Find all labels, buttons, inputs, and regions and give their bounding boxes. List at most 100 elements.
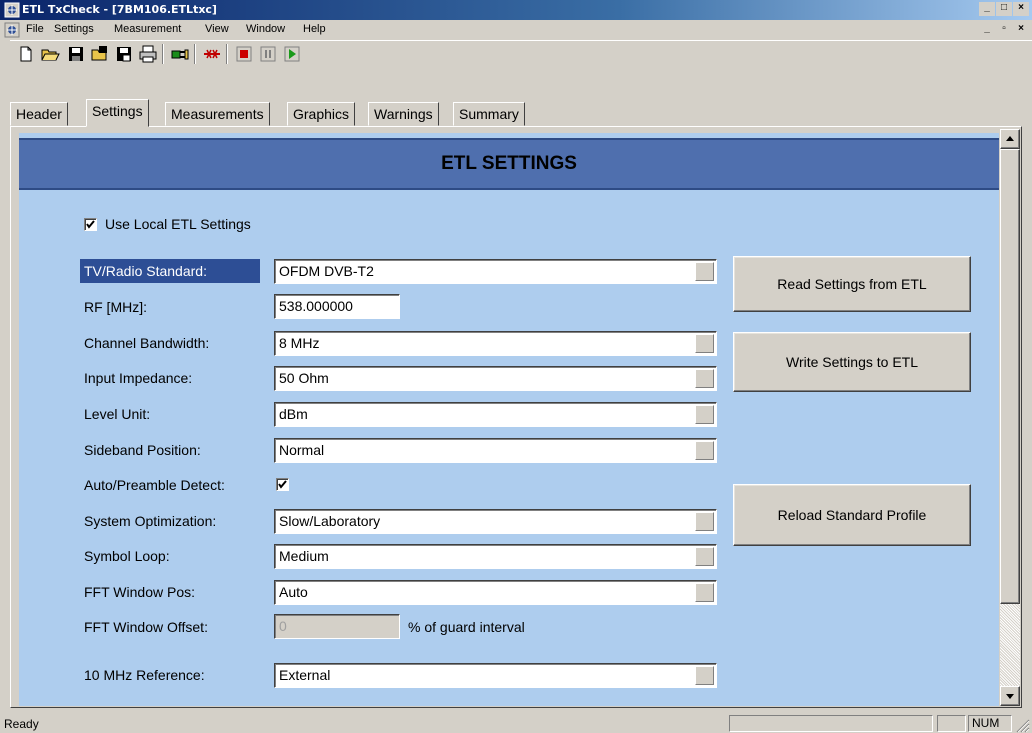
- new-icon[interactable]: [16, 44, 36, 64]
- resize-grip-icon[interactable]: [1014, 717, 1030, 733]
- status-bar: Ready NUM: [0, 713, 1032, 733]
- use-local-settings-label: Use Local ETL Settings: [105, 216, 251, 232]
- use-local-settings-checkbox[interactable]: [84, 218, 97, 231]
- symbol-loop-combo[interactable]: Medium: [274, 544, 717, 569]
- status-panel: [729, 715, 933, 732]
- open-folder-icon[interactable]: [90, 44, 110, 64]
- pause-icon[interactable]: [258, 44, 278, 64]
- mdi-restore-button[interactable]: ▫: [996, 23, 1012, 37]
- ref-10mhz-value: External: [279, 667, 331, 683]
- play-icon[interactable]: [282, 44, 302, 64]
- dropdown-button[interactable]: [695, 547, 714, 566]
- bandwidth-combo[interactable]: 8 MHz: [274, 331, 717, 356]
- menu-measurement[interactable]: Measurement: [114, 23, 181, 35]
- dropdown-button[interactable]: [695, 334, 714, 353]
- impedance-label: Input Impedance:: [84, 370, 193, 386]
- toolbar: [10, 40, 1032, 66]
- auto-preamble-label: Auto/Preamble Detect:: [84, 477, 225, 493]
- ref-10mhz-combo[interactable]: External: [274, 663, 717, 688]
- read-settings-button[interactable]: Read Settings from ETL: [733, 256, 971, 312]
- scroll-thumb[interactable]: [1000, 149, 1020, 604]
- settings-banner: ETL SETTINGS: [19, 138, 999, 190]
- tab-warnings[interactable]: Warnings: [368, 102, 439, 126]
- app-icon: [4, 2, 20, 18]
- impedance-value: 50 Ohm: [279, 370, 329, 386]
- arrow-down-icon: [1006, 694, 1014, 699]
- maximize-button[interactable]: □: [996, 2, 1012, 16]
- dropdown-button[interactable]: [695, 583, 714, 602]
- level-unit-combo[interactable]: dBm: [274, 402, 717, 427]
- document-icon[interactable]: [4, 22, 20, 38]
- mdi-close-button[interactable]: ×: [1013, 23, 1029, 37]
- window-title: ETL TxCheck - [7BM106.ETLtxc]: [22, 3, 217, 16]
- menu-help[interactable]: Help: [303, 23, 326, 35]
- standard-combo[interactable]: OFDM DVB-T2: [274, 259, 717, 284]
- vertical-scrollbar[interactable]: [1000, 129, 1020, 706]
- dropdown-button[interactable]: [695, 369, 714, 388]
- save-all-icon[interactable]: [114, 44, 134, 64]
- scroll-track[interactable]: [1000, 604, 1020, 686]
- reload-profile-button[interactable]: Reload Standard Profile: [733, 484, 971, 546]
- print-icon[interactable]: [138, 44, 158, 64]
- toolbar-separator: [226, 44, 228, 64]
- level-unit-value: dBm: [279, 406, 308, 422]
- fft-pos-label: FFT Window Pos:: [84, 584, 195, 600]
- save-icon[interactable]: [66, 44, 86, 64]
- standard-value: OFDM DVB-T2: [279, 263, 374, 279]
- settings-pane: ETL SETTINGS Use Local ETL Settings TV/R…: [19, 133, 999, 706]
- tab-graphics[interactable]: Graphics: [287, 102, 356, 126]
- status-text: Ready: [4, 717, 39, 731]
- rf-input[interactable]: 538.000000: [274, 294, 400, 319]
- menu-file[interactable]: File: [26, 23, 44, 35]
- mdi-minimize-button[interactable]: _: [979, 23, 995, 37]
- bandwidth-label: Channel Bandwidth:: [84, 335, 210, 351]
- stop-icon[interactable]: [234, 44, 254, 64]
- dropdown-button[interactable]: [695, 441, 714, 460]
- disconnect-icon[interactable]: [202, 44, 222, 64]
- tab-settings[interactable]: Settings: [86, 99, 149, 127]
- checkmark-icon: [86, 220, 95, 229]
- sideband-combo[interactable]: Normal: [274, 438, 717, 463]
- connect-icon[interactable]: [170, 44, 190, 64]
- optimization-combo[interactable]: Slow/Laboratory: [274, 509, 717, 534]
- open-icon[interactable]: [40, 44, 60, 64]
- num-lock-indicator: NUM: [968, 715, 1012, 732]
- symbol-loop-label: Symbol Loop:: [84, 548, 170, 564]
- auto-preamble-checkbox[interactable]: [276, 478, 289, 491]
- fft-pos-combo[interactable]: Auto: [274, 580, 717, 605]
- scroll-down-button[interactable]: [1000, 686, 1020, 706]
- dropdown-button[interactable]: [695, 405, 714, 424]
- tab-header[interactable]: Header: [10, 102, 68, 126]
- fft-offset-suffix: % of guard interval: [408, 619, 525, 635]
- menu-settings[interactable]: Settings: [54, 23, 94, 35]
- toolbar-separator: [162, 44, 164, 64]
- menu-view[interactable]: View: [205, 23, 229, 35]
- bandwidth-value: 8 MHz: [279, 335, 320, 351]
- tab-summary[interactable]: Summary: [453, 102, 525, 126]
- close-button[interactable]: ×: [1013, 2, 1029, 16]
- write-settings-button[interactable]: Write Settings to ETL: [733, 332, 971, 392]
- tab-measurements[interactable]: Measurements: [165, 102, 270, 126]
- dropdown-button[interactable]: [695, 512, 714, 531]
- toolbar-separator: [194, 44, 196, 64]
- impedance-combo[interactable]: 50 Ohm: [274, 366, 717, 391]
- scroll-up-button[interactable]: [1000, 129, 1020, 149]
- standard-label: TV/Radio Standard:: [80, 259, 260, 283]
- dropdown-button[interactable]: [695, 262, 714, 281]
- menu-bar: File Settings Measurement View Window He…: [0, 20, 1032, 40]
- sideband-label: Sideband Position:: [84, 442, 201, 458]
- optimization-label: System Optimization:: [84, 513, 217, 529]
- level-unit-label: Level Unit:: [84, 406, 151, 422]
- ref-10mhz-label: 10 MHz Reference:: [84, 667, 205, 683]
- checkmark-icon: [278, 480, 287, 489]
- sideband-value: Normal: [279, 442, 325, 458]
- dropdown-button[interactable]: [695, 666, 714, 685]
- symbol-loop-value: Medium: [279, 548, 329, 564]
- fft-offset-input: 0: [274, 614, 400, 639]
- rf-label: RF [MHz]:: [84, 299, 147, 315]
- menu-window[interactable]: Window: [246, 23, 285, 35]
- title-bar: ETL TxCheck - [7BM106.ETLtxc] _ □ ×: [0, 0, 1032, 20]
- minimize-button[interactable]: _: [979, 2, 995, 16]
- status-panel: [937, 715, 966, 732]
- optimization-value: Slow/Laboratory: [279, 513, 381, 529]
